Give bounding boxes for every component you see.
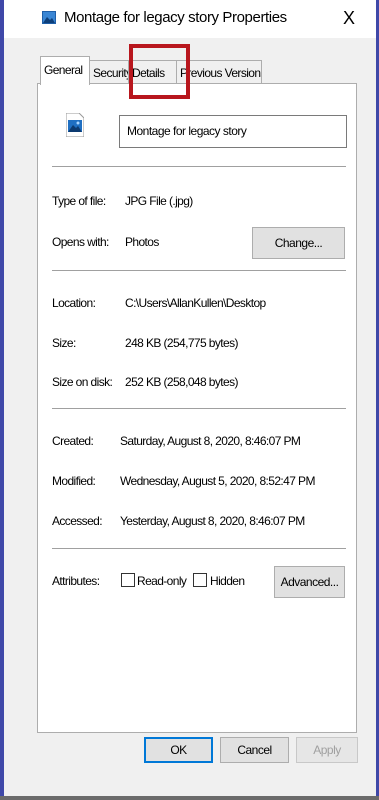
advanced-button[interactable]: Advanced...: [274, 566, 345, 598]
modified-value: Wednesday, August 5, 2020, 8:52:47 PM: [120, 474, 315, 488]
hidden-label[interactable]: Hidden: [210, 574, 245, 588]
separator: [52, 548, 346, 549]
read-only-checkbox[interactable]: [121, 573, 135, 587]
change-button[interactable]: Change...: [252, 227, 345, 259]
type-of-file-label: Type of file:: [52, 194, 106, 208]
separator: [52, 166, 346, 167]
tab-security[interactable]: Security: [89, 60, 129, 83]
location-label: Location:: [52, 296, 96, 310]
tab-previous-versions[interactable]: Previous Versions: [176, 60, 262, 83]
read-only-label[interactable]: Read-only: [137, 574, 187, 588]
attributes-label: Attributes:: [52, 574, 100, 588]
window-title: Montage for legacy story Properties: [64, 9, 287, 26]
properties-dialog: Montage for legacy story Properties X Ge…: [4, 0, 376, 796]
filename-input[interactable]: Montage for legacy story: [119, 115, 347, 148]
apply-button[interactable]: Apply: [296, 737, 358, 763]
created-label: Created:: [52, 434, 94, 448]
jpg-file-icon: [66, 113, 84, 137]
size-value: 248 KB (254,775 bytes): [125, 336, 238, 350]
title-bar[interactable]: Montage for legacy story Properties X: [4, 0, 376, 38]
accessed-label: Accessed:: [52, 514, 103, 528]
created-value: Saturday, August 8, 2020, 8:46:07 PM: [120, 434, 301, 448]
modified-label: Modified:: [52, 474, 96, 488]
close-button[interactable]: X: [338, 6, 360, 30]
accessed-value: Yesterday, August 8, 2020, 8:46:07 PM: [120, 514, 305, 528]
opens-with-label: Opens with:: [52, 235, 109, 249]
size-label: Size:: [52, 336, 76, 350]
cancel-button[interactable]: Cancel: [220, 737, 289, 763]
separator: [52, 408, 346, 409]
ok-button[interactable]: OK: [144, 737, 213, 763]
window-frame-bottom: [0, 796, 379, 800]
tab-details[interactable]: Details: [128, 60, 177, 83]
opens-with-value: Photos: [125, 235, 159, 249]
size-on-disk-label: Size on disk:: [52, 375, 113, 389]
hidden-checkbox[interactable]: [193, 573, 207, 587]
image-file-icon: [42, 11, 56, 24]
size-on-disk-value: 252 KB (258,048 bytes): [125, 375, 238, 389]
location-value: C:\Users\AllanKullen\Desktop: [125, 296, 266, 310]
type-of-file-value: JPG File (.jpg): [125, 194, 193, 208]
separator: [52, 270, 346, 271]
tab-general[interactable]: General: [40, 56, 90, 85]
